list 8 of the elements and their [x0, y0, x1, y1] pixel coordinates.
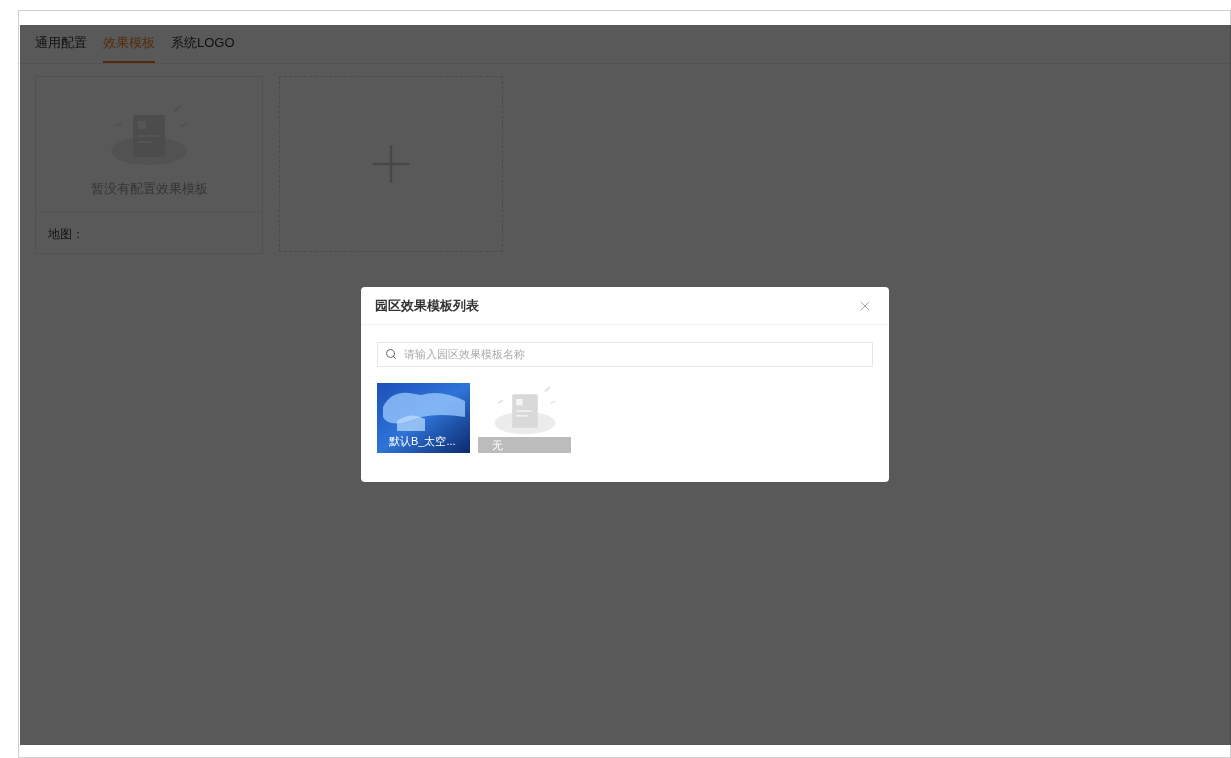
tab[interactable]: 系统LOGO [171, 33, 235, 63]
dialog-title: 园区效果模板列表 [375, 296, 479, 315]
template-item[interactable]: 默认B_太空... [377, 382, 470, 453]
search-field[interactable]: 请输入园区效果模板名称 [377, 341, 873, 367]
tab[interactable]: 效果模板 [103, 33, 155, 63]
tab[interactable]: 通用配置 [35, 33, 87, 63]
search-icon [385, 348, 397, 360]
map-label: 地图： [48, 226, 84, 241]
